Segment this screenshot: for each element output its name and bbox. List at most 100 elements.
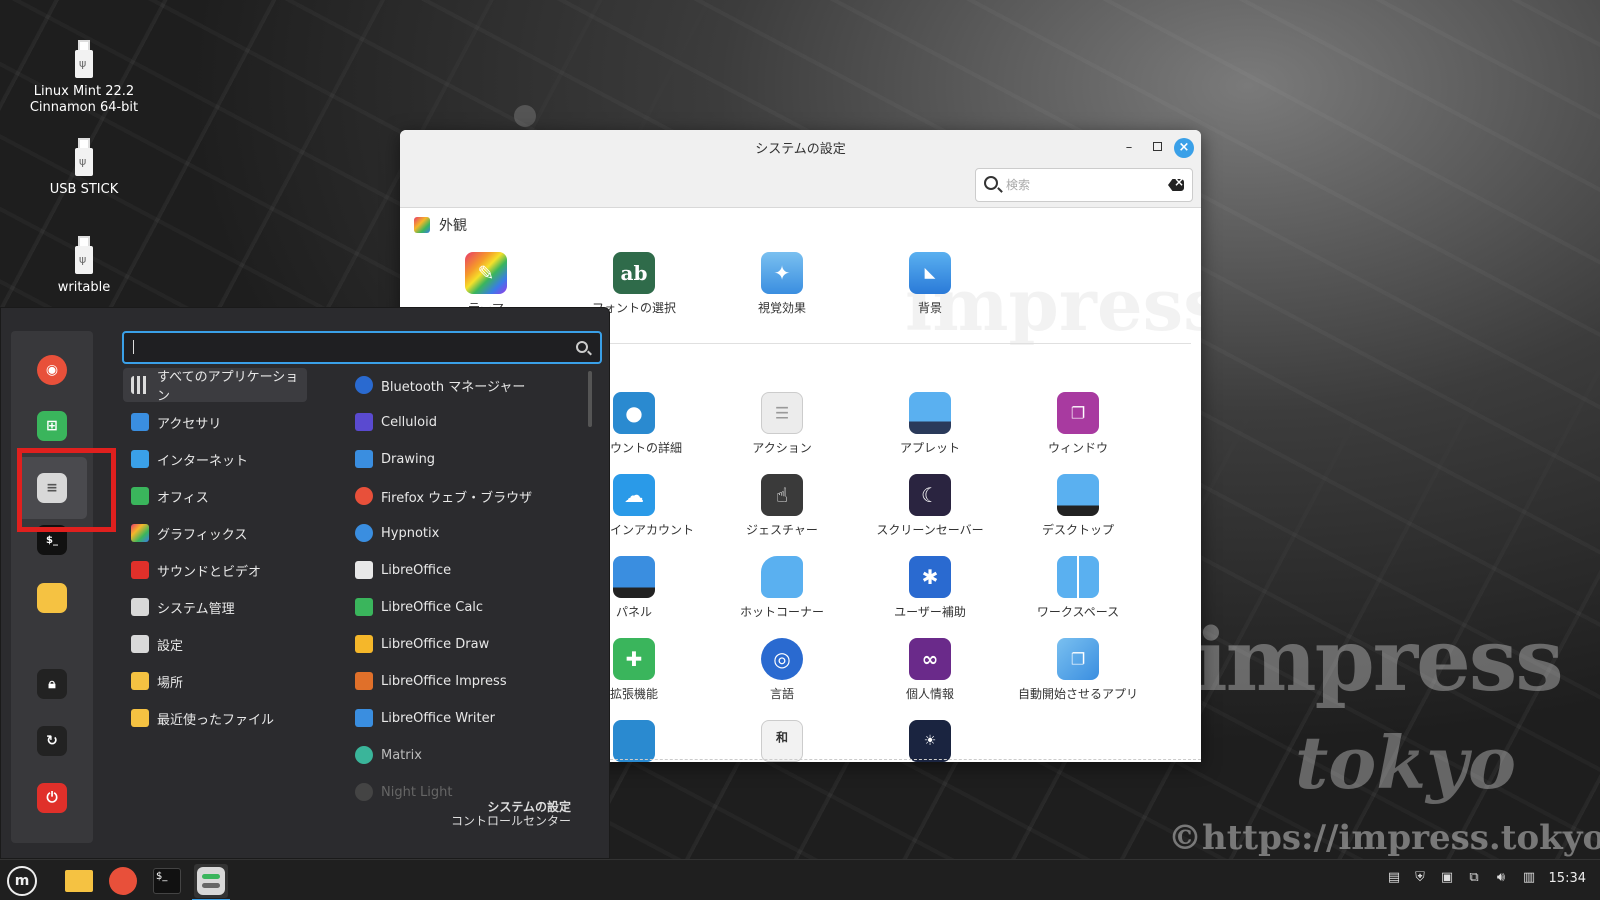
clipboard-icon[interactable]: ▤: [1385, 870, 1403, 888]
taskbar-system-settings[interactable]: [192, 864, 230, 900]
category-label: インターネット: [157, 453, 249, 469]
network-icon[interactable]: ⧉: [1465, 870, 1483, 888]
volume-icon[interactable]: 🔊︎: [1492, 870, 1510, 888]
watermark-tokyo: tokyo: [1295, 720, 1517, 805]
effects-icon: ✦: [761, 252, 803, 294]
terminal-icon: $_: [153, 868, 181, 894]
clear-search-icon[interactable]: [1168, 179, 1184, 191]
app-bluetooth-manager[interactable]: Bluetooth マネージャー: [347, 368, 577, 402]
battery-icon[interactable]: ▥: [1520, 870, 1538, 888]
favorite-files[interactable]: [37, 583, 67, 613]
category-all-applications[interactable]: すべてのアプリケーション: [123, 368, 307, 404]
shutdown-button[interactable]: ⏻: [37, 783, 67, 813]
category-graphics[interactable]: グラフィックス: [123, 516, 307, 550]
favorite-software-manager[interactable]: ⊞: [37, 411, 67, 441]
app-libreoffice-impress[interactable]: LibreOffice Impress: [347, 664, 577, 698]
actions-icon: ☰: [761, 392, 803, 434]
settings-item-startup-apps[interactable]: ❐ 自動開始させるアプリ: [1004, 638, 1152, 702]
settings-item-gestures[interactable]: ☝ ジェスチャー: [708, 474, 856, 538]
desktop-icon: [1057, 474, 1099, 516]
settings-search-input[interactable]: [1006, 175, 1156, 195]
folder-icon: [37, 583, 67, 613]
matrix-icon: [355, 746, 373, 764]
firefox-icon: [109, 867, 137, 895]
category-internet[interactable]: インターネット: [123, 442, 307, 476]
settings-item-applets[interactable]: アプレット: [856, 392, 1004, 456]
category-accessories[interactable]: アクセサリ: [123, 405, 307, 439]
power-icon: ⏻: [37, 783, 67, 813]
applets-icon: [909, 392, 951, 434]
firefox-icon: [355, 487, 373, 505]
app-label: LibreOffice Calc: [381, 599, 484, 615]
watermark-url: ©https://impress.tokyo: [1168, 818, 1600, 858]
category-sound-video[interactable]: サウンドとビデオ: [123, 553, 307, 587]
app-label: LibreOffice: [381, 562, 452, 578]
category-office[interactable]: オフィス: [123, 479, 307, 513]
settings-item-label: 個人情報: [905, 687, 954, 701]
settings-search-box[interactable]: [975, 168, 1193, 202]
libreoffice-icon: [355, 561, 373, 579]
app-celluloid[interactable]: Celluloid: [347, 405, 577, 439]
settings-item-privacy[interactable]: ∞ 個人情報: [856, 638, 1004, 702]
settings-item-languages[interactable]: ◎ 言語: [708, 638, 856, 702]
app-label: LibreOffice Impress: [381, 673, 507, 689]
settings-item-label: ジェスチャー: [746, 523, 818, 537]
clock-icon: [613, 720, 655, 762]
maximize-button[interactable]: [1147, 138, 1167, 158]
settings-item-windows[interactable]: ❐ ウィンドウ: [1004, 392, 1152, 456]
settings-item-hot-corners[interactable]: ホットコーナー: [708, 556, 856, 620]
menu-search-box[interactable]: [122, 331, 602, 364]
close-button[interactable]: ×: [1174, 138, 1194, 158]
usb-drive-icon: [75, 236, 93, 274]
taskbar-terminal[interactable]: $_: [150, 864, 184, 898]
category-label: 最近使ったファイル: [157, 712, 275, 728]
app-libreoffice-calc[interactable]: LibreOffice Calc: [347, 590, 577, 624]
gesture-hand-icon: ☝: [761, 474, 803, 516]
settings-item-label: 視覚効果: [757, 301, 806, 315]
lock-screen-button[interactable]: 🔒︎: [37, 669, 67, 699]
category-administration[interactable]: システム管理: [123, 590, 307, 624]
shield-icon[interactable]: ⛨: [1411, 870, 1429, 888]
category-preferences[interactable]: 設定: [123, 627, 307, 661]
settings-item-actions[interactable]: ☰ アクション: [708, 392, 856, 456]
menu-scrollbar[interactable]: [588, 371, 592, 427]
taskbar-firefox[interactable]: [106, 864, 140, 898]
grid-icon: [131, 376, 149, 394]
cloud-icon: [131, 450, 149, 468]
input-method-icon: 和: [761, 720, 803, 762]
app-libreoffice[interactable]: LibreOffice: [347, 553, 577, 587]
category-places[interactable]: 場所: [123, 664, 307, 698]
settings-item-backgrounds[interactable]: ◣ 背景: [856, 252, 1004, 316]
favorite-firefox[interactable]: ◉: [37, 355, 67, 385]
desktop-icon-linux-mint[interactable]: Linux Mint 22.2 Cinnamon 64-bit: [14, 40, 154, 116]
desktop-icon-usb-stick[interactable]: USB STICK: [14, 138, 154, 198]
mint-menu-button[interactable]: m: [5, 864, 39, 898]
settings-item-desktop[interactable]: デスクトップ: [1004, 474, 1152, 538]
desktop-icon-writable[interactable]: writable: [14, 236, 154, 296]
app-libreoffice-draw[interactable]: LibreOffice Draw: [347, 627, 577, 661]
taskbar-files[interactable]: [62, 864, 96, 898]
night-light-icon: ☀: [909, 720, 951, 762]
minimize-button[interactable]: –: [1119, 138, 1139, 158]
app-firefox[interactable]: Firefox ウェブ・ブラウザ: [347, 479, 577, 513]
settings-item-effects[interactable]: ✦ 視覚効果: [708, 252, 856, 316]
app-drawing[interactable]: Drawing: [347, 442, 577, 476]
settings-item-accessibility[interactable]: ✱ ユーザー補助: [856, 556, 1004, 620]
themes-icon: ✎: [465, 252, 507, 294]
notes-icon[interactable]: ▣: [1438, 870, 1456, 888]
settings-item-screensaver[interactable]: ☾ スクリーンセーバー: [856, 474, 1004, 538]
play-icon: [131, 561, 149, 579]
app-matrix[interactable]: Matrix: [347, 738, 577, 772]
mint-menu-icon: m: [7, 866, 37, 896]
app-hypnotix[interactable]: Hypnotix: [347, 516, 577, 550]
description-title: システムの設定: [487, 800, 571, 814]
app-libreoffice-writer[interactable]: LibreOffice Writer: [347, 701, 577, 735]
settings-item-workspaces[interactable]: ワークスペース: [1004, 556, 1152, 620]
drawing-icon: [355, 450, 373, 468]
search-icon: [576, 341, 588, 353]
category-recent-files[interactable]: 最近使ったファイル: [123, 701, 307, 735]
clock[interactable]: 15:34: [1549, 871, 1586, 886]
settings-item-label: ユーザー補助: [894, 605, 966, 619]
logout-button[interactable]: ↻: [37, 726, 67, 756]
category-label: システム管理: [157, 601, 235, 617]
